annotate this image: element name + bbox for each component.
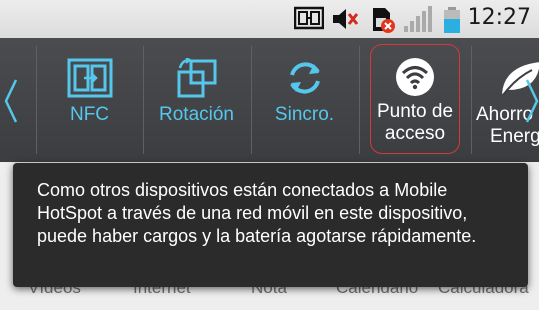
tile-hotspot[interactable]: Punto de acceso	[370, 44, 460, 154]
tile-label: NFC	[69, 104, 110, 125]
status-bar: 12:27	[0, 0, 539, 38]
mute-icon	[333, 9, 359, 29]
tile-label-line: acceso	[384, 123, 446, 144]
scroll-left-arrow-icon[interactable]	[2, 76, 20, 126]
tile-sync[interactable]: Sincro.	[252, 46, 357, 152]
battery-icon	[444, 7, 460, 33]
nfc-icon	[67, 58, 112, 98]
tile-rotation[interactable]: Rotación	[144, 46, 249, 152]
no-sim-icon	[373, 8, 395, 33]
rotation-icon	[177, 58, 216, 98]
clock: 12:27	[467, 5, 531, 30]
tile-label: Sincro.	[274, 104, 335, 125]
signal-icon	[404, 6, 432, 32]
wifi-hotspot-icon	[396, 58, 434, 96]
tile-label-line: Punto de	[376, 101, 454, 122]
scroll-right-arrow-icon[interactable]	[525, 76, 539, 126]
quick-settings-panel: NFC Rotación Sincro. Punto de acceso Aho…	[0, 38, 539, 162]
sync-icon	[289, 62, 320, 94]
hotspot-warning-tooltip: Como otros dispositivos están conectados…	[13, 163, 528, 287]
nfc-status-icon	[294, 6, 324, 30]
tile-label: Rotación	[159, 104, 234, 125]
divider	[359, 46, 360, 154]
tile-label: Punto de acceso	[371, 101, 459, 145]
tile-label-line: Energ	[490, 126, 539, 147]
tile-nfc[interactable]: NFC	[37, 46, 142, 152]
tooltip-message: Como otros dispositivos están conectados…	[37, 180, 477, 246]
